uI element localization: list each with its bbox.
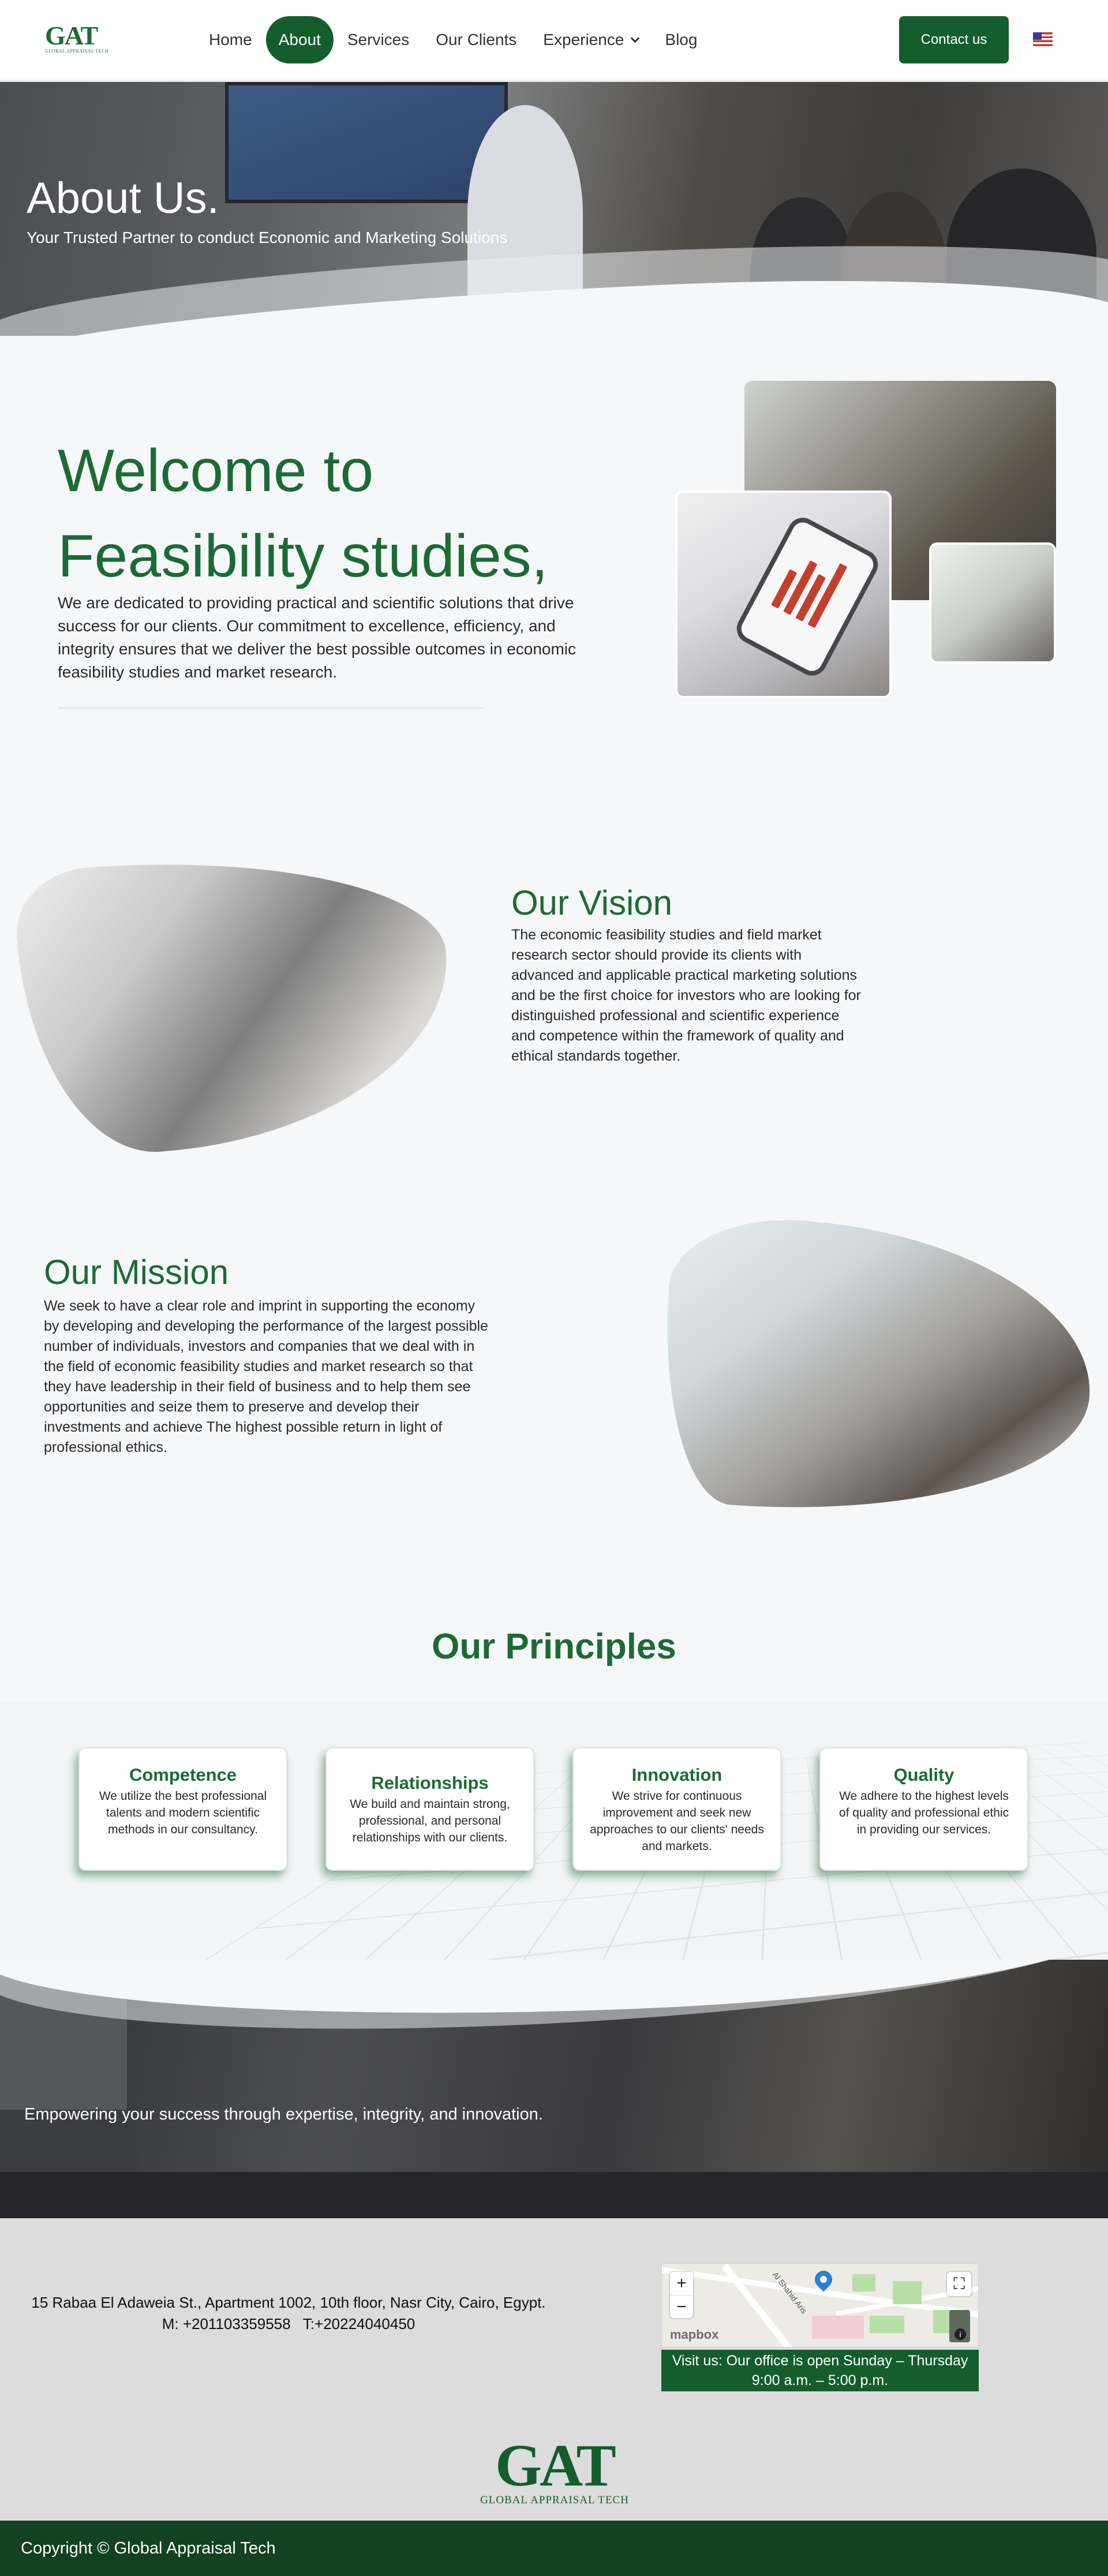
logo-mark: GAT [45, 21, 98, 50]
principle-card-innovation: Innovation We strive for continuous impr… [572, 1747, 781, 1871]
principle-title: Innovation [631, 1765, 723, 1785]
chevron-down-icon [631, 33, 640, 43]
mission-title: Our Mission [44, 1253, 229, 1291]
mapbox-logo[interactable]: mapbox [670, 2327, 718, 2342]
mission-text: We seek to have a clear role and imprint… [44, 1298, 488, 1455]
office-hours: Visit us: Our office is open Sunday – Th… [661, 2350, 979, 2391]
copyright-text: Copyright © Global Appraisal Tech [21, 2539, 276, 2558]
office-hours-line2: 9:00 a.m. – 5:00 p.m. [751, 2372, 889, 2388]
logo[interactable]: GAT GLOBAL APPRAISAL TECH [45, 23, 108, 55]
mission-image [654, 1211, 1100, 1530]
map-pin-icon[interactable] [811, 2267, 836, 2292]
phone-numbers: M: +201103359558 T:+20224040450 [162, 2315, 415, 2332]
footer-logo[interactable]: GAT GLOBAL APPRAISAL TECH [477, 2432, 632, 2507]
principles-title: Our Principles [432, 1627, 676, 1667]
welcome-title: Welcome to Feasibility studies, [58, 428, 548, 599]
principle-card-competence: Competence We utilize the best professio… [78, 1747, 287, 1871]
fullscreen-icon[interactable]: ⛶ [947, 2272, 971, 2296]
principle-title: Relationships [371, 1773, 489, 1793]
office-hours-line1: Visit us: Our office is open Sunday – Th… [672, 2353, 968, 2369]
info-icon: i [954, 2328, 966, 2340]
tagline-banner: Empowering your success through expertis… [0, 1960, 1108, 2218]
principle-title: Competence [129, 1765, 237, 1785]
footer-logo-mark: GAT [495, 2432, 616, 2499]
principle-card-quality: Quality We adhere to the highest levels … [819, 1747, 1028, 1871]
us-flag-icon[interactable] [1033, 32, 1053, 46]
principle-text: We adhere to the highest levels of quali… [839, 1789, 1009, 1836]
principle-text: We build and maintain strong, profession… [350, 1798, 510, 1844]
nav-our-clients[interactable]: Our Clients [423, 16, 529, 63]
nav-about[interactable]: About [265, 16, 334, 63]
vision-title: Our Vision [511, 883, 673, 922]
welcome-photo-collage [675, 381, 1056, 698]
page-subtitle: Your Trusted Partner to conduct Economic… [27, 229, 508, 246]
welcome-title-line2: Feasibility studies, [58, 523, 548, 590]
vision-text: The economic feasibility studies and fie… [511, 927, 861, 1064]
hero-presentation-screen [225, 82, 508, 203]
address-line: 15 Rabaa El Adaweia St., Apartment 1002,… [31, 2294, 546, 2311]
colleagues-laptop-photo [929, 542, 1056, 664]
zoom-in-button[interactable]: + [670, 2272, 693, 2295]
site-header: GAT GLOBAL APPRAISAL TECH Home About Ser… [0, 0, 1108, 82]
copyright-bar: Copyright © Global Appraisal Tech [0, 2521, 1108, 2576]
principle-text: We utilize the best professional talents… [99, 1789, 267, 1836]
tablet-chart-photo [675, 491, 892, 698]
zoom-out-button[interactable]: − [670, 2295, 693, 2318]
vision-image [12, 843, 459, 1161]
nav-experience-label: Experience [543, 31, 624, 48]
map-info-button[interactable]: i [949, 2310, 970, 2342]
footer-logo-subtitle: GLOBAL APPRAISAL TECH [480, 2494, 629, 2506]
contact-us-button[interactable]: Contact us [899, 16, 1009, 63]
contact-address: 15 Rabaa El Adaweia St., Apartment 1002,… [0, 2292, 577, 2335]
map-zoom-control: + − [670, 2272, 693, 2318]
divider [58, 707, 485, 709]
main-nav: Home About Services Our Clients Experien… [196, 16, 710, 63]
tagline: Empowering your success through expertis… [24, 2105, 543, 2124]
tablet-icon [731, 512, 884, 681]
page-title: About Us. [27, 174, 219, 223]
principle-title: Quality [893, 1765, 954, 1785]
logo-subtitle: GLOBAL APPRAISAL TECH [45, 48, 109, 54]
nav-home[interactable]: Home [196, 16, 265, 63]
nav-blog[interactable]: Blog [652, 16, 710, 63]
welcome-text: We are dedicated to providing practical … [58, 594, 577, 681]
nav-services[interactable]: Services [335, 16, 422, 63]
nav-experience[interactable]: Experience [530, 16, 651, 63]
site-footer: 15 Rabaa El Adaweia St., Apartment 1002,… [0, 2218, 1108, 2521]
office-map[interactable]: Al Shahid Aris + − ⛶ mapbox i [661, 2263, 979, 2347]
hero-banner: About Us. Your Trusted Partner to conduc… [0, 82, 1108, 336]
principle-text: We strive for continuous improvement and… [590, 1789, 764, 1853]
principle-card-relationships: Relationships We build and maintain stro… [325, 1747, 534, 1871]
welcome-title-line1: Welcome to [58, 437, 374, 504]
